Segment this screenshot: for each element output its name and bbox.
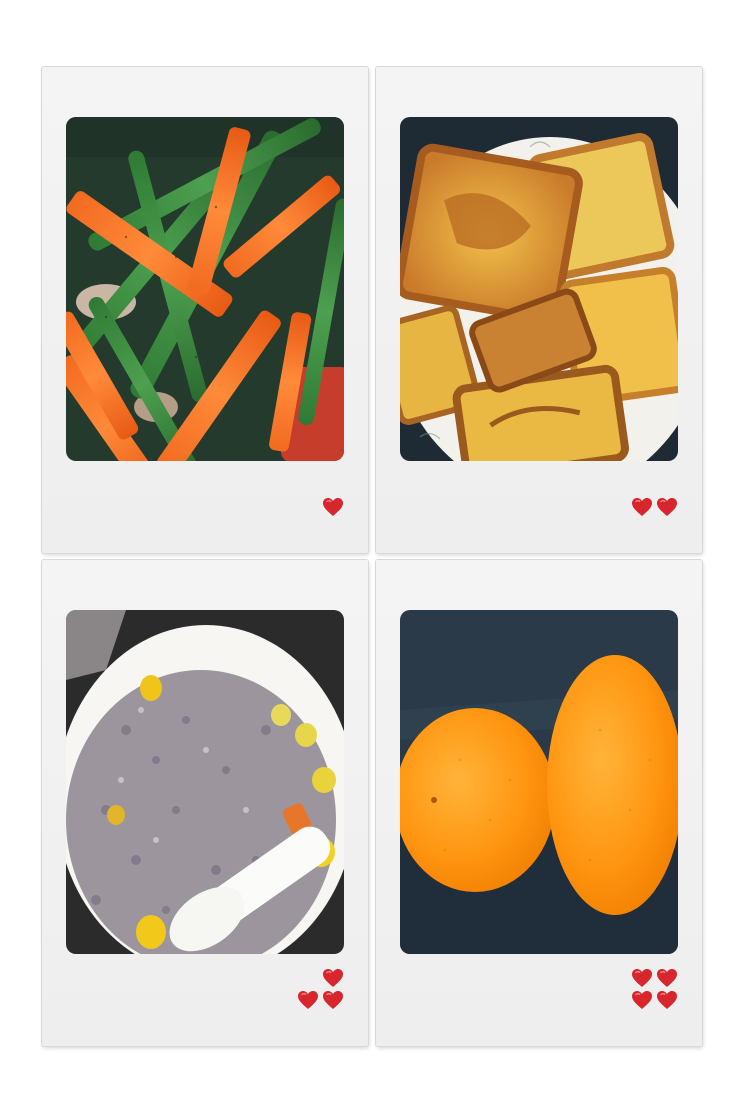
- heart-row: [297, 990, 344, 1010]
- heart-icon: [322, 968, 344, 988]
- heart-icon: [631, 990, 653, 1010]
- heart-row: [322, 497, 344, 517]
- porridge-icon: [66, 610, 344, 954]
- heart-icon: [656, 990, 678, 1010]
- vegetables-icon: [66, 117, 344, 461]
- porridge-photo: [66, 610, 344, 954]
- heart-icon: [656, 968, 678, 988]
- heart-icon: [631, 968, 653, 988]
- heart-icon: [322, 497, 344, 517]
- oranges-photo: [400, 610, 678, 954]
- polaroid-card: [376, 67, 702, 553]
- heart-icon: [656, 497, 678, 517]
- heart-rating: [297, 968, 344, 1010]
- heart-icon: [322, 990, 344, 1010]
- polaroid-card: [42, 560, 368, 1046]
- oranges-icon: [400, 610, 678, 954]
- heart-rating: [631, 968, 678, 1010]
- polaroid-card: [42, 67, 368, 553]
- heart-rating: [322, 497, 344, 517]
- polaroid-card: [376, 560, 702, 1046]
- toast-icon: [400, 117, 678, 461]
- vegetables-photo: [66, 117, 344, 461]
- heart-row: [631, 497, 678, 517]
- photo-collage: [0, 0, 741, 1111]
- heart-rating: [631, 497, 678, 517]
- heart-icon: [631, 497, 653, 517]
- heart-row: [322, 968, 344, 988]
- heart-icon: [297, 990, 319, 1010]
- heart-row: [631, 990, 678, 1010]
- heart-row: [631, 968, 678, 988]
- toast-photo: [400, 117, 678, 461]
